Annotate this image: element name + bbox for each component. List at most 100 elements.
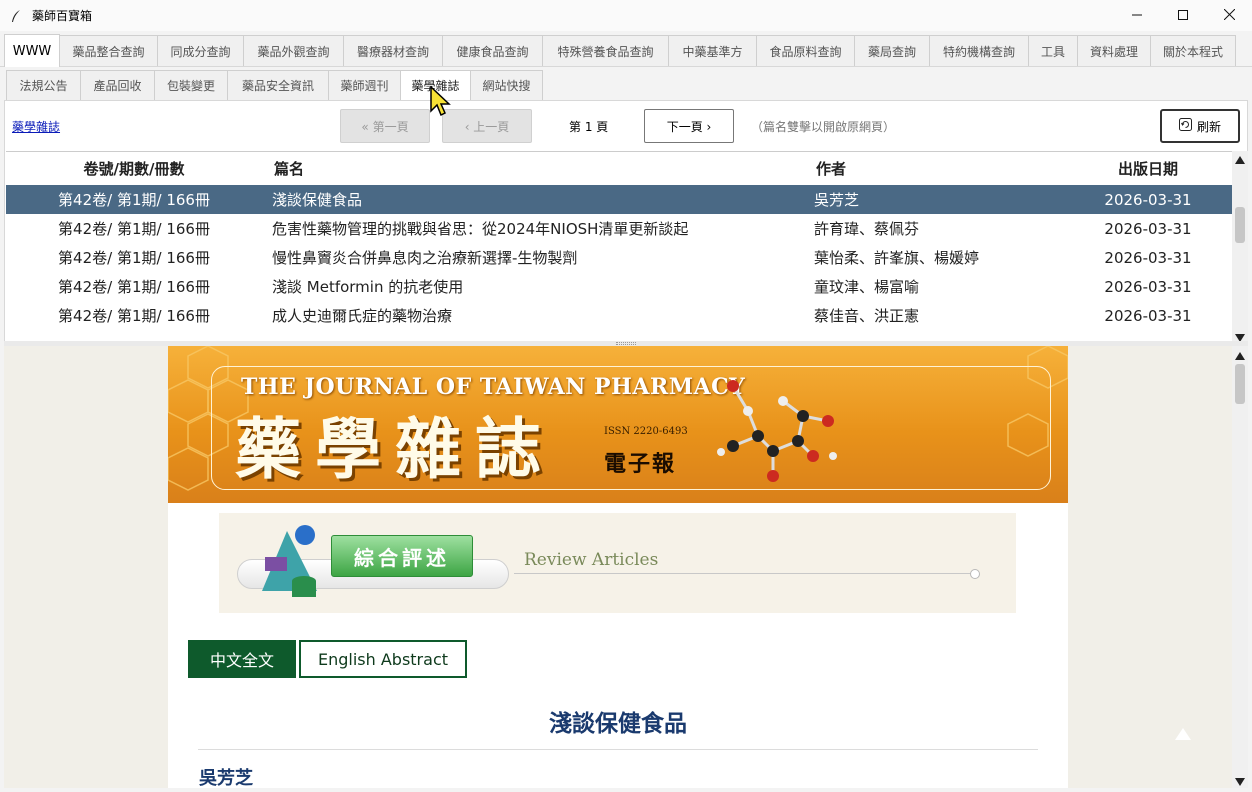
refresh-label: 刷新 bbox=[1196, 119, 1221, 134]
table-row[interactable]: 第42卷/ 第1期/ 166冊 淺談 Metformin 的抗老使用 童玟津、楊… bbox=[6, 272, 1232, 301]
tab-tools[interactable]: 工具 bbox=[1028, 35, 1078, 66]
web-scroll-down-icon[interactable] bbox=[1235, 775, 1245, 786]
cell-date: 2026-03-31 bbox=[1104, 219, 1192, 238]
minimize-icon bbox=[1132, 9, 1142, 23]
web-scroll-thumb[interactable] bbox=[1235, 364, 1245, 404]
tab-www[interactable]: WWW bbox=[4, 34, 60, 67]
cell-volume: 第42卷/ 第1期/ 166冊 bbox=[58, 307, 210, 325]
tab-packaging-change[interactable]: 包裝變更 bbox=[154, 70, 228, 100]
maximize-icon bbox=[1178, 9, 1188, 23]
table-row[interactable]: 第42卷/ 第1期/ 166冊 成人史迪爾氏症的藥物治療 蔡佳音、洪正憲 202… bbox=[6, 301, 1232, 330]
tab-special-nutrition-search[interactable]: 特殊營養食品查詢 bbox=[542, 35, 669, 66]
cell-volume: 第42卷/ 第1期/ 166冊 bbox=[58, 278, 210, 296]
web-view: THE JOURNAL OF TAIWAN PHARMACY 藥學雜誌 ISSN… bbox=[4, 346, 1232, 788]
refresh-button[interactable]: 刷新 bbox=[1160, 109, 1240, 143]
cell-volume: 第42卷/ 第1期/ 166冊 bbox=[58, 249, 210, 267]
cell-author: 吳芳芝 bbox=[814, 191, 860, 209]
web-scrollbar[interactable] bbox=[1232, 346, 1248, 788]
tab-regulation-announcements[interactable]: 法規公告 bbox=[6, 70, 81, 100]
refresh-icon bbox=[1178, 118, 1192, 134]
tab-pharmacy-search[interactable]: 藥局查詢 bbox=[854, 35, 930, 66]
double-click-hint: （篇名雙擊以開啟原網頁） bbox=[751, 120, 896, 134]
table-scrollbar[interactable] bbox=[1232, 151, 1248, 342]
tab-divider bbox=[0, 66, 1252, 67]
chinese-fulltext-button[interactable]: 中文全文 bbox=[188, 640, 296, 678]
table-row[interactable]: 第42卷/ 第1期/ 166冊 淺談保健食品 吳芳芝 2026-03-31 bbox=[6, 185, 1232, 214]
prev-page-button[interactable]: ‹ 上一頁 bbox=[442, 109, 532, 143]
section-label-zh: 綜合評述 bbox=[331, 535, 473, 577]
tab-chinese-medicine-formula[interactable]: 中藥基準方 bbox=[668, 35, 757, 66]
feather-pen-icon bbox=[8, 8, 24, 24]
cell-date: 2026-03-31 bbox=[1104, 277, 1192, 296]
cell-title: 成人史迪爾氏症的藥物治療 bbox=[272, 307, 453, 325]
review-articles-header: 綜合評述 Review Articles bbox=[219, 513, 1016, 613]
banner-issn: ISSN 2220-6493 bbox=[604, 426, 688, 437]
first-page-button[interactable]: « 第一頁 bbox=[340, 109, 430, 143]
cell-date: 2026-03-31 bbox=[1104, 190, 1192, 209]
tab-medical-device-search[interactable]: 醫療器材查詢 bbox=[343, 35, 443, 66]
splitter-grip[interactable] bbox=[616, 342, 636, 345]
header-title[interactable]: 篇名 bbox=[262, 158, 804, 179]
header-volume[interactable]: 卷號/期數/冊數 bbox=[6, 158, 262, 179]
table-row[interactable]: 第42卷/ 第1期/ 166冊 危害性藥物管理的挑戰與省思：從2024年NIOS… bbox=[6, 214, 1232, 243]
next-page-button[interactable]: 下一頁 › bbox=[644, 109, 734, 143]
scroll-down-icon[interactable] bbox=[1235, 331, 1245, 342]
tab-pharmacist-weekly[interactable]: 藥師週刊 bbox=[328, 70, 401, 100]
cell-volume: 第42卷/ 第1期/ 166冊 bbox=[58, 191, 210, 209]
article-author: 吳芳芝 bbox=[199, 768, 253, 788]
cell-author: 蔡佳音、洪正憲 bbox=[814, 307, 920, 325]
english-abstract-button[interactable]: English Abstract bbox=[299, 640, 467, 678]
banner-chinese-title: 藥學雜誌 bbox=[235, 410, 555, 488]
molecule-icon bbox=[717, 380, 837, 482]
tab-data-processing[interactable]: 資料處理 bbox=[1077, 35, 1151, 66]
close-button[interactable] bbox=[1206, 0, 1252, 31]
window-title: 藥師百寶箱 bbox=[32, 9, 93, 23]
tab-about[interactable]: 關於本程式 bbox=[1150, 35, 1236, 66]
section-rule bbox=[514, 573, 974, 574]
article-table: 卷號/期數/冊數 篇名 作者 出版日期 第42卷/ 第1期/ 166冊 淺談保健… bbox=[6, 151, 1232, 341]
tab-website-quicksearch[interactable]: 網站快搜 bbox=[470, 70, 543, 100]
tab-same-ingredient-search[interactable]: 同成分查詢 bbox=[157, 35, 244, 66]
table-header: 卷號/期數/冊數 篇名 作者 出版日期 bbox=[6, 152, 1232, 185]
article-divider bbox=[198, 749, 1038, 750]
source-link[interactable]: 藥學雜誌 bbox=[12, 118, 60, 135]
section-rule-dot bbox=[970, 569, 980, 579]
cell-date: 2026-03-31 bbox=[1104, 306, 1192, 325]
title-bar: 藥師百寶箱 bbox=[0, 0, 1252, 31]
journal-banner: THE JOURNAL OF TAIWAN PHARMACY 藥學雜誌 ISSN… bbox=[168, 346, 1068, 503]
mouse-cursor-icon bbox=[430, 86, 451, 117]
article-title: 淺談保健食品 bbox=[549, 711, 687, 737]
tab-product-recall[interactable]: 產品回收 bbox=[80, 70, 155, 100]
table-scroll-thumb[interactable] bbox=[1235, 207, 1245, 243]
tab-drug-appearance-search[interactable]: 藥品外觀查詢 bbox=[243, 35, 344, 66]
cell-volume: 第42卷/ 第1期/ 166冊 bbox=[58, 220, 210, 238]
maximize-button[interactable] bbox=[1160, 0, 1206, 31]
cell-title: 慢性鼻竇炎合併鼻息肉之治療新選擇-生物製劑 bbox=[272, 249, 578, 267]
minimize-button[interactable] bbox=[1114, 0, 1160, 31]
section-label-en: Review Articles bbox=[524, 550, 659, 570]
close-icon bbox=[1223, 8, 1235, 23]
header-author[interactable]: 作者 bbox=[804, 158, 1064, 179]
cell-title: 危害性藥物管理的挑戰與省思：從2024年NIOSH清單更新談起 bbox=[272, 220, 689, 238]
cell-title: 淺談保健食品 bbox=[272, 191, 363, 209]
tab-drug-safety-info[interactable]: 藥品安全資訊 bbox=[227, 70, 329, 100]
page-label: 第 1 頁 bbox=[569, 120, 609, 134]
tab-contracted-institution-search[interactable]: 特約機構查詢 bbox=[929, 35, 1029, 66]
cell-author: 許育瑋、蔡佩芬 bbox=[814, 220, 920, 238]
tab-food-ingredient-search[interactable]: 食品原料查詢 bbox=[756, 35, 855, 66]
cell-author: 童玟津、楊富喻 bbox=[814, 278, 920, 296]
back-to-top-icon[interactable] bbox=[1174, 726, 1192, 742]
cell-date: 2026-03-31 bbox=[1104, 248, 1192, 267]
header-date[interactable]: 出版日期 bbox=[1064, 158, 1232, 179]
web-scroll-up-icon[interactable] bbox=[1235, 349, 1245, 360]
table-row[interactable]: 第42卷/ 第1期/ 166冊 慢性鼻竇炎合併鼻息肉之治療新選擇-生物製劑 葉怡… bbox=[6, 243, 1232, 272]
cell-title: 淺談 Metformin 的抗老使用 bbox=[272, 278, 464, 296]
main-tab-bar: WWW 藥品整合查詢 同成分查詢 藥品外觀查詢 醫療器材查詢 健康食品查詢 特殊… bbox=[4, 34, 1236, 67]
cell-author: 葉怡柔、許峯旗、楊媛婷 bbox=[814, 249, 980, 267]
sub-tab-bar: 法規公告 產品回收 包裝變更 藥品安全資訊 藥師週刊 藥學雜誌 網站快搜 bbox=[6, 70, 543, 100]
journal-page: THE JOURNAL OF TAIWAN PHARMACY 藥學雜誌 ISSN… bbox=[168, 346, 1068, 788]
shapes-icon bbox=[262, 525, 317, 597]
scroll-up-icon[interactable] bbox=[1235, 153, 1245, 164]
tab-drug-integrated-search[interactable]: 藥品整合查詢 bbox=[59, 35, 158, 66]
tab-health-food-search[interactable]: 健康食品查詢 bbox=[442, 35, 543, 66]
